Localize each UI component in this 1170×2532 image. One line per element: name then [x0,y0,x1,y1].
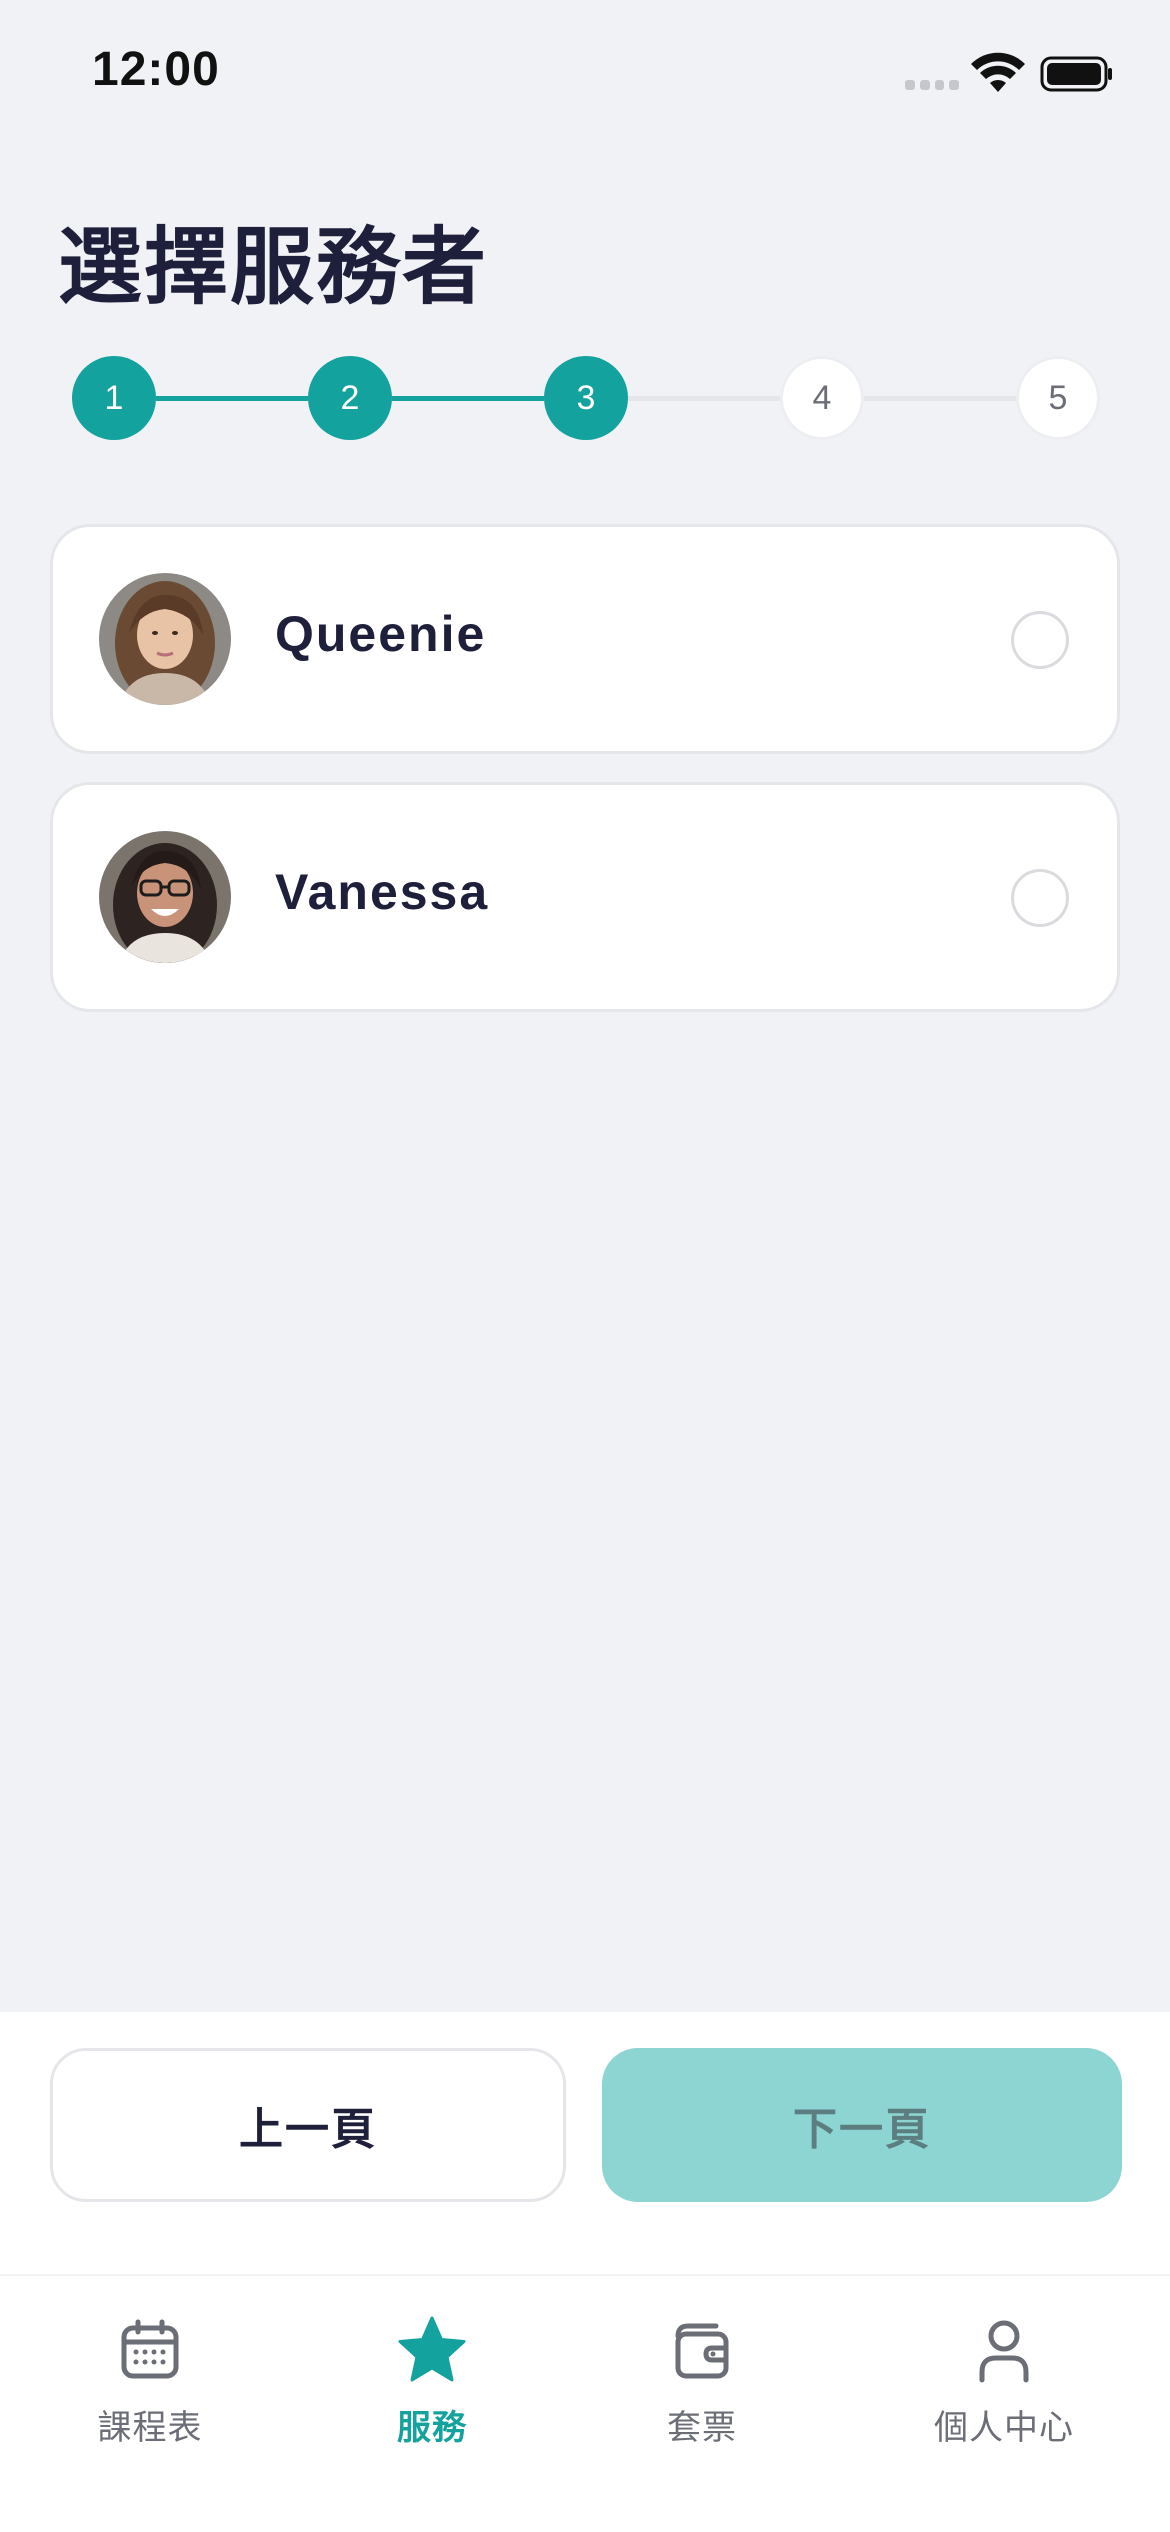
avatar-photo-icon [99,831,231,963]
tab-schedule[interactable]: 課程表 [40,2314,260,2449]
cellular-signal-icon [905,80,959,90]
step-2: 2 [308,356,392,440]
action-bar: 上一頁 下一頁 [0,2012,1170,2274]
tab-packages[interactable]: 套票 [592,2314,812,2449]
select-radio[interactable] [1011,611,1069,669]
step-connector [392,396,544,401]
tab-label: 課程表 [97,2408,203,2448]
next-page-button[interactable]: 下一頁 [602,2048,1122,2202]
select-radio[interactable] [1011,869,1069,927]
avatar [99,831,231,963]
status-bar: 12:00 [0,0,1170,150]
step-connector [864,396,1016,401]
progress-stepper: 1 2 3 4 5 [72,356,1100,440]
provider-card-vanessa[interactable]: Vanessa [50,782,1120,1012]
avatar-photo-icon [99,573,231,705]
user-icon [979,2320,1029,2383]
step-5: 5 [1016,356,1100,440]
avatar [99,573,231,705]
calendar-icon [121,2319,179,2379]
status-time: 12:00 [92,43,220,96]
star-icon [398,2316,466,2382]
step-3: 3 [544,356,628,440]
wallet-icon [675,2323,729,2379]
tab-label: 套票 [667,2408,737,2448]
prev-page-button[interactable]: 上一頁 [50,2048,566,2202]
step-4: 4 [780,356,864,440]
tab-label: 服務 [397,2408,467,2448]
tab-profile[interactable]: 個人中心 [894,2314,1114,2449]
provider-name: Vanessa [275,864,490,920]
tab-services[interactable]: 服務 [322,2314,542,2449]
bottom-tab-bar: 課程表 服務 套票 個人中心 [0,2276,1170,2532]
battery-icon [1040,56,1112,92]
step-1: 1 [72,356,156,440]
provider-card-queenie[interactable]: Queenie [50,524,1120,754]
page-title: 選擇服務者 [58,218,489,316]
provider-name: Queenie [275,606,487,662]
wifi-icon [971,52,1025,92]
step-connector [156,396,308,401]
tab-label: 個人中心 [934,2408,1074,2448]
step-connector [628,396,780,401]
